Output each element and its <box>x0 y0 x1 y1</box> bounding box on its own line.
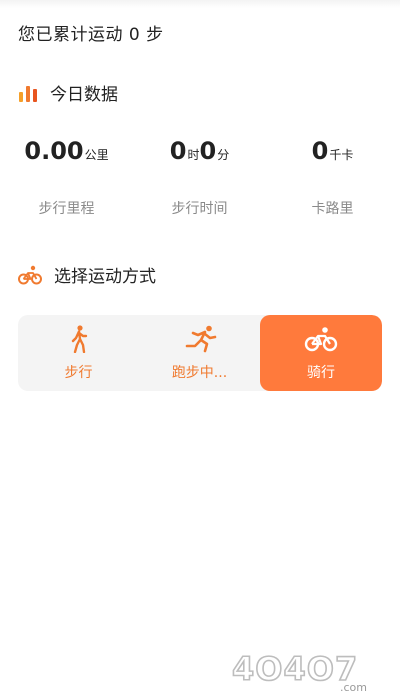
time-label: 步行时间 <box>171 201 228 217</box>
choose-exercise-label: 选择运动方式 <box>54 267 156 287</box>
mode-run[interactable]: 跑步中... <box>139 315 260 391</box>
mode-walk[interactable]: 步行 <box>18 315 139 391</box>
minutes-value: 0 <box>199 137 217 165</box>
today-data-title-label: 今日数据 <box>50 85 118 105</box>
running-icon <box>183 324 217 354</box>
hours-unit: 时 <box>187 148 200 162</box>
watermark-logo: 4O4O7 .com <box>231 649 367 694</box>
total-steps-text: 您已累计运动 0 步 <box>18 25 164 45</box>
bicycle-icon <box>304 324 338 354</box>
top-edge <box>0 0 400 8</box>
distance-unit: 公里 <box>84 148 109 162</box>
sports-page: 您已累计运动 0 步 今日数据 0.00公里 步行里程 0时0分 步行时间 0千… <box>0 0 400 700</box>
hours-value: 0 <box>169 137 187 165</box>
mode-cycle-selected[interactable]: 骑行 <box>260 315 382 391</box>
mode-run-label: 跑步中... <box>171 365 228 381</box>
calories-label: 卡路里 <box>311 201 354 217</box>
today-data-title: 今日数据 <box>18 80 118 105</box>
exercise-mode-selector: 步行 跑步中... 骑行 <box>18 315 382 391</box>
bicycle-icon <box>18 265 42 285</box>
choose-exercise-title: 选择运动方式 <box>18 262 156 287</box>
distance-label: 步行里程 <box>38 201 95 217</box>
distance-stat: 0.00公里 步行里程 <box>0 134 133 218</box>
today-stats: 0.00公里 步行里程 0时0分 步行时间 0千卡 卡路里 <box>0 134 400 224</box>
minutes-unit: 分 <box>217 148 230 162</box>
distance-value: 0.00 <box>24 137 84 165</box>
watermark-domain: .com <box>340 681 367 694</box>
walking-icon <box>68 324 90 354</box>
mode-cycle-label: 骑行 <box>307 365 335 381</box>
mode-walk-label: 步行 <box>64 365 93 381</box>
time-stat: 0时0分 步行时间 <box>133 134 266 218</box>
calories-unit: 千卡 <box>329 148 354 162</box>
bar-chart-icon <box>18 84 38 102</box>
calories-value: 0 <box>311 137 329 165</box>
calories-stat: 0千卡 卡路里 <box>266 134 399 218</box>
